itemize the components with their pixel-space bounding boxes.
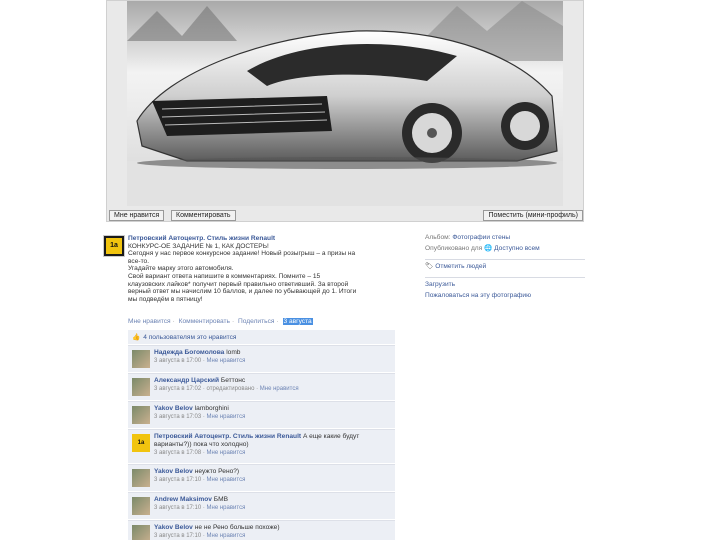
likes-summary[interactable]: 👍 4 пользователям это нравится <box>128 330 395 344</box>
comment-like-link[interactable]: Мне нравится <box>207 450 246 456</box>
comment-item: Yakov Belov lamborghini 3 августа в 17:0… <box>128 401 395 428</box>
photo-viewer: Мне нравится Комментировать Поместить (м… <box>106 0 584 222</box>
comment-text: неужто Рено?) <box>194 468 240 475</box>
avatar[interactable] <box>132 469 150 487</box>
comment-time[interactable]: 3 августа в 17:00 <box>154 358 201 364</box>
avatar[interactable] <box>132 497 150 515</box>
album-label: Альбом: <box>425 234 451 241</box>
post-share-link[interactable]: Поделиться <box>238 318 274 325</box>
comment-author[interactable]: Надежда Богомолова <box>154 349 224 356</box>
post-body: Петровский Автоцентр. Стиль жизни Renaul… <box>128 235 398 303</box>
comment-item: Надежда Богомолова lomb 3 августа в 17:0… <box>128 345 395 372</box>
post-comment-link[interactable]: Комментировать <box>179 318 230 325</box>
comment-author[interactable]: Yakov Belov <box>154 468 193 475</box>
comment-time[interactable]: 3 августа в 17:10 <box>154 533 201 539</box>
car-photo[interactable] <box>127 1 563 206</box>
published-label: Опубликовано для <box>425 245 483 252</box>
comment-like-link[interactable]: Мне нравится <box>207 414 246 420</box>
comment-author[interactable]: Yakov Belov <box>154 524 193 531</box>
comment-time[interactable]: 3 августа в 17:10 <box>154 477 201 483</box>
comment-time[interactable]: 3 августа в 17:10 <box>154 505 201 511</box>
post-line: Угадайте марку этого автомобиля. <box>128 265 234 273</box>
divider <box>425 259 585 260</box>
comment-like-link[interactable]: Мне нравится <box>207 533 246 539</box>
comment-like-link[interactable]: Мне нравится <box>207 358 246 364</box>
photo-like-button[interactable]: Мне нравится <box>109 210 165 221</box>
page-logo: 1a <box>106 238 122 254</box>
privacy-value[interactable]: Доступно всем <box>494 245 540 252</box>
comment-like-link[interactable]: Мне нравится <box>260 386 299 392</box>
comment-time[interactable]: 3 августа в 17:03 <box>154 414 201 420</box>
comment-text: не не Рено больше похоже) <box>194 524 280 531</box>
page-avatar[interactable]: 1a <box>103 235 125 257</box>
post-line: мы подведём в пятницу! <box>128 295 203 303</box>
globe-icon: 🌐 <box>484 245 493 252</box>
comment-like-link[interactable]: Мне нравится <box>207 477 246 483</box>
comment-author[interactable]: Александр Царский <box>154 377 219 384</box>
comment-item: Andrew Maksimov БМВ 3 августа в 17:10 · … <box>128 492 395 519</box>
post-line: Свой вариант ответа напишите в комментар… <box>128 272 321 280</box>
comment-text: lomb <box>226 349 241 356</box>
post-date-link[interactable]: 3 августа <box>282 318 313 325</box>
thumbs-up-icon: 👍 <box>132 334 141 341</box>
avatar[interactable] <box>132 525 150 540</box>
report-photo-link[interactable]: Пожаловаться на эту фотографию <box>425 292 531 299</box>
photo-sidebar: Альбом: Фотографии стены Опубликовано дл… <box>425 234 585 303</box>
post-line: верный ответ мы начислим 10 баллов, и да… <box>128 288 357 296</box>
comment-text: БМВ <box>213 496 228 503</box>
photo-comment-button[interactable]: Комментировать <box>171 210 236 221</box>
comment-author[interactable]: Yakov Belov <box>154 405 193 412</box>
download-link[interactable]: Загрузить <box>425 281 455 288</box>
comment-item: Yakov Belov неужто Рено?) 3 августа в 17… <box>128 464 395 491</box>
photo-action-bar: Мне нравится Комментировать Поместить (м… <box>107 208 585 222</box>
avatar[interactable] <box>132 406 150 424</box>
comment-author[interactable]: Andrew Maksimov <box>154 496 212 503</box>
comment-time[interactable]: 3 августа в 17:02 · отредактировано <box>154 386 254 392</box>
comment-like-link[interactable]: Мне нравится <box>207 505 246 511</box>
photo-profile-button[interactable]: Поместить (мини-профиль) <box>483 210 583 221</box>
post-like-link[interactable]: Мне нравится <box>128 318 171 325</box>
tag-people-link[interactable]: Отметить людей <box>435 263 486 270</box>
comment-item: 1a Петровский Автоцентр. Стиль жизни Ren… <box>128 429 395 463</box>
likes-count-text: 4 пользователям это нравится <box>143 334 237 341</box>
comment-time[interactable]: 3 августа в 17:08 <box>154 450 201 456</box>
album-link[interactable]: Фотографии стены <box>452 234 510 241</box>
page-avatar[interactable]: 1a <box>132 434 150 452</box>
divider <box>425 277 585 278</box>
comment-text: lamborghini <box>194 405 229 412</box>
comment-item: Yakov Belov не не Рено больше похоже) 3 … <box>128 520 395 540</box>
comment-text: Беттонс <box>220 377 246 384</box>
post-author[interactable]: Петровский Автоцентр. Стиль жизни Renaul… <box>128 235 398 243</box>
comment-item: Александр Царский Беттонс 3 августа в 17… <box>128 373 395 400</box>
post-line: Сегодня у нас первое конкурсное задание!… <box>128 250 356 258</box>
avatar[interactable] <box>132 378 150 396</box>
tag-icon: 🏷 <box>425 263 434 270</box>
post-actions: Мне нравится · Комментировать · Поделиться… <box>128 318 313 325</box>
car-illustration <box>127 1 563 206</box>
comment-author[interactable]: Петровский Автоцентр. Стиль жизни Renaul… <box>154 433 301 440</box>
avatar[interactable] <box>132 350 150 368</box>
